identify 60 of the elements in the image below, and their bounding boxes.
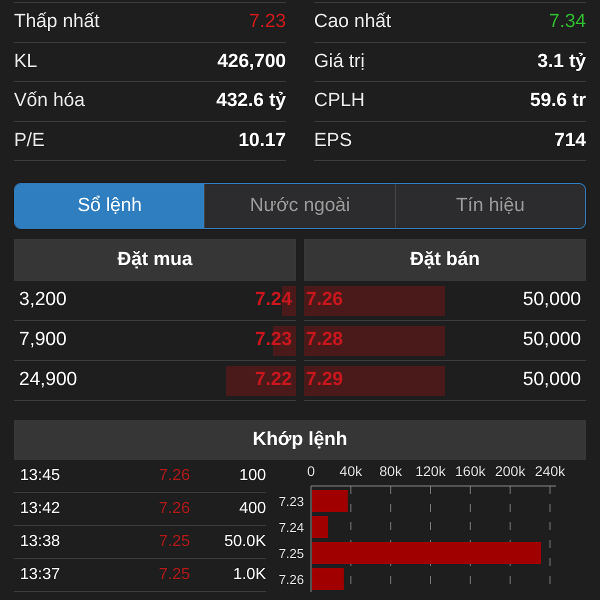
column-header: Đặt bán	[304, 239, 586, 281]
tab[interactable]: Nước ngoài	[204, 184, 395, 228]
stat-label: CPLH	[314, 89, 365, 113]
trade-price: 7.26	[158, 466, 190, 486]
trade-price: 7.25	[158, 532, 190, 552]
ask-volume: 50,000	[522, 368, 581, 392]
axis-tick-label: 120k	[415, 463, 446, 479]
trade-time: 13:45	[20, 466, 62, 486]
axis-tick-label: 80k	[379, 463, 402, 479]
trade-price: 7.26	[158, 499, 190, 519]
stat-label: P/E	[14, 128, 45, 152]
stat-value: 714	[554, 128, 586, 152]
bid-price: 7.22	[255, 368, 293, 392]
stat-label: Thấp nhất	[14, 10, 100, 34]
axis-tick-label: 40k	[340, 463, 362, 479]
trade-time: 13:38	[20, 532, 62, 552]
stat-value: 426,700	[217, 50, 286, 74]
axis-category-label: 7.26	[278, 572, 304, 587]
axis-tick-label: 240k	[534, 463, 566, 479]
bar	[312, 568, 344, 590]
ask-price: 7.26	[305, 288, 343, 312]
stat-value: 432.6 tỷ	[216, 89, 286, 113]
bar	[312, 490, 348, 512]
bid-price: 7.24	[255, 288, 293, 312]
column-header: Đặt mua	[14, 239, 296, 281]
stat-label: Cao nhất	[314, 10, 392, 34]
stat-value: 3.1 tỷ	[537, 50, 586, 74]
tab[interactable]: Tín hiệu	[394, 184, 585, 228]
stat-label: KL	[14, 50, 38, 74]
axis-category-label: 7.23	[278, 494, 304, 509]
stat-value: 59.6 tr	[530, 89, 586, 113]
ask-volume: 50,000	[522, 288, 581, 312]
axis-category-label: 7.25	[278, 546, 304, 561]
ask-volume: 50,000	[522, 328, 581, 352]
axis-tick-label: 160k	[455, 463, 486, 479]
stat-label: EPS	[314, 128, 352, 152]
trade-volume: 100	[238, 466, 266, 486]
bid-volume: 24,900	[19, 368, 78, 392]
axis-category-label: 7.24	[278, 520, 304, 535]
axis-tick-label: 200k	[494, 463, 526, 479]
ask-price: 7.28	[305, 328, 343, 352]
trade-volume: 400	[238, 499, 266, 519]
bar	[312, 516, 328, 538]
trade-time: 13:42	[20, 499, 62, 519]
bid-volume: 3,200	[19, 288, 67, 312]
stat-label: Giá trị	[314, 50, 365, 74]
section-header: Khớp lệnh	[14, 420, 586, 460]
trade-time: 13:37	[20, 565, 62, 585]
stat-value: 10.17	[238, 128, 286, 152]
trade-volume: 50.0K	[223, 532, 266, 552]
trade-price: 7.25	[158, 565, 190, 585]
bid-volume: 7,900	[19, 328, 67, 352]
stat-value: 7.34	[549, 10, 586, 34]
stat-value: 7.23	[249, 10, 286, 34]
stat-label: Vốn hóa	[14, 89, 85, 113]
axis-tick-label: 0	[307, 463, 315, 479]
trade-volume: 1.0K	[232, 565, 266, 585]
tab[interactable]: Sổ lệnh	[15, 184, 204, 228]
bid-price: 7.23	[255, 328, 293, 352]
ask-price: 7.29	[305, 368, 343, 392]
